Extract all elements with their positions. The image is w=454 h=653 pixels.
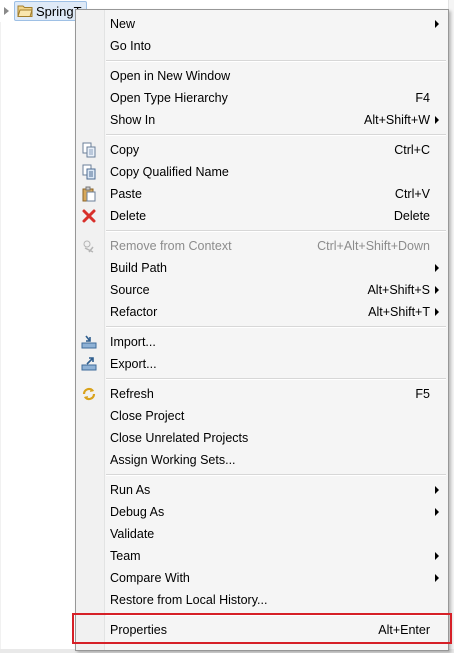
menu-item-label: Close Unrelated Projects bbox=[110, 431, 249, 445]
menu-item-assign-working-sets[interactable]: Assign Working Sets... bbox=[76, 449, 448, 471]
menu-item-go-into[interactable]: Go Into bbox=[76, 35, 448, 57]
menu-item-new[interactable]: New bbox=[76, 13, 448, 35]
menu-item-label: Export... bbox=[110, 357, 157, 371]
menu-item-validate[interactable]: Validate bbox=[76, 523, 448, 545]
menu-item-source[interactable]: Source Alt+Shift+S bbox=[76, 279, 448, 301]
properties-highlight-box bbox=[72, 613, 452, 644]
menu-item-export[interactable]: Export... bbox=[76, 353, 448, 375]
import-icon bbox=[81, 334, 97, 350]
menu-item-compare-with[interactable]: Compare With bbox=[76, 567, 448, 589]
menu-item-label: Build Path bbox=[110, 261, 167, 275]
menu-items: New Go Into Open in New Window Open Type Hi… bbox=[76, 13, 448, 641]
menu-separator bbox=[76, 131, 448, 139]
menu-separator bbox=[76, 323, 448, 331]
delete-icon bbox=[81, 208, 97, 224]
menu-item-close-unrelated-projects[interactable]: Close Unrelated Projects bbox=[76, 427, 448, 449]
menu-item-label: Show In bbox=[110, 113, 156, 127]
submenu-arrow-icon bbox=[435, 264, 439, 272]
menu-item-refresh[interactable]: Refresh F5 bbox=[76, 383, 448, 405]
menu-item-label: Go Into bbox=[110, 39, 151, 53]
menu-item-debug-as[interactable]: Debug As bbox=[76, 501, 448, 523]
refresh-icon bbox=[81, 386, 97, 402]
menu-item-label: Compare With bbox=[110, 571, 190, 585]
menu-item-shortcut: Ctrl+C bbox=[394, 143, 430, 157]
menu-separator bbox=[76, 57, 448, 65]
remove-context-icon bbox=[81, 238, 97, 254]
menu-item-label: Open in New Window bbox=[110, 69, 231, 83]
menu-item-label: Refactor bbox=[110, 305, 158, 319]
menu-item-label: Open Type Hierarchy bbox=[110, 91, 228, 105]
context-menu: New Go Into Open in New Window Open Type Hi… bbox=[75, 9, 449, 651]
menu-item-team[interactable]: Team bbox=[76, 545, 448, 567]
menu-item-label: Restore from Local History... bbox=[110, 593, 268, 607]
menu-item-label: Refresh bbox=[110, 387, 154, 401]
menu-item-run-as[interactable]: Run As bbox=[76, 479, 448, 501]
menu-item-shortcut: F5 bbox=[415, 387, 430, 401]
submenu-arrow-icon bbox=[435, 20, 439, 28]
menu-item-label: Validate bbox=[110, 527, 155, 541]
menu-item-shortcut: Alt+Shift+W bbox=[364, 113, 430, 127]
menu-item-delete[interactable]: Delete Delete bbox=[76, 205, 448, 227]
menu-item-import[interactable]: Import... bbox=[76, 331, 448, 353]
menu-item-copy-qualified-name[interactable]: Copy Qualified Name bbox=[76, 161, 448, 183]
menu-item-label: Remove from Context bbox=[110, 239, 232, 253]
menu-item-label: Run As bbox=[110, 483, 151, 497]
copy-icon bbox=[81, 142, 97, 158]
menu-separator bbox=[76, 375, 448, 383]
menu-item-shortcut: Delete bbox=[393, 209, 430, 223]
menu-item-label: Delete bbox=[110, 209, 147, 223]
submenu-arrow-icon bbox=[435, 308, 439, 316]
menu-item-paste[interactable]: Paste Ctrl+V bbox=[76, 183, 448, 205]
menu-item-copy[interactable]: Copy Ctrl+C bbox=[76, 139, 448, 161]
submenu-arrow-icon bbox=[435, 552, 439, 560]
menu-item-label: Close Project bbox=[110, 409, 185, 423]
menu-item-show-in[interactable]: Show In Alt+Shift+W bbox=[76, 109, 448, 131]
menu-item-label: Import... bbox=[110, 335, 156, 349]
menu-item-shortcut: Ctrl+V bbox=[394, 187, 430, 201]
menu-item-refactor[interactable]: Refactor Alt+Shift+T bbox=[76, 301, 448, 323]
export-icon bbox=[81, 356, 97, 372]
menu-item-shortcut: F4 bbox=[415, 91, 430, 105]
menu-item-open-type-hierarchy[interactable]: Open Type Hierarchy F4 bbox=[76, 87, 448, 109]
submenu-arrow-icon bbox=[435, 508, 439, 516]
menu-item-shortcut: Ctrl+Alt+Shift+Down bbox=[317, 239, 430, 253]
menu-item-shortcut: Alt+Shift+S bbox=[367, 283, 430, 297]
menu-item-label: Assign Working Sets... bbox=[110, 453, 236, 467]
explorer-edge bbox=[0, 22, 1, 653]
menu-item-close-project[interactable]: Close Project bbox=[76, 405, 448, 427]
menu-item-remove-from-context: Remove from Context Ctrl+Alt+Shift+Down bbox=[76, 235, 448, 257]
submenu-arrow-icon bbox=[435, 574, 439, 582]
paste-icon bbox=[81, 186, 97, 202]
menu-item-label: Copy Qualified Name bbox=[110, 165, 229, 179]
submenu-arrow-icon bbox=[435, 116, 439, 124]
menu-item-build-path[interactable]: Build Path bbox=[76, 257, 448, 279]
copy-qualified-name-icon bbox=[81, 164, 97, 180]
menu-item-restore-from-local-history[interactable]: Restore from Local History... bbox=[76, 589, 448, 611]
menu-separator bbox=[76, 471, 448, 479]
project-folder-icon bbox=[17, 5, 33, 17]
menu-item-label: Debug As bbox=[110, 505, 165, 519]
menu-item-label: Team bbox=[110, 549, 141, 563]
submenu-arrow-icon bbox=[435, 286, 439, 294]
menu-separator bbox=[76, 227, 448, 235]
menu-item-label: Source bbox=[110, 283, 150, 297]
menu-item-label: New bbox=[110, 17, 136, 31]
menu-item-label: Paste bbox=[110, 187, 142, 201]
menu-item-open-in-new-window[interactable]: Open in New Window bbox=[76, 65, 448, 87]
expand-arrow-icon[interactable] bbox=[4, 7, 9, 15]
menu-item-label: Copy bbox=[110, 143, 140, 157]
menu-item-shortcut: Alt+Shift+T bbox=[368, 305, 430, 319]
submenu-arrow-icon bbox=[435, 486, 439, 494]
